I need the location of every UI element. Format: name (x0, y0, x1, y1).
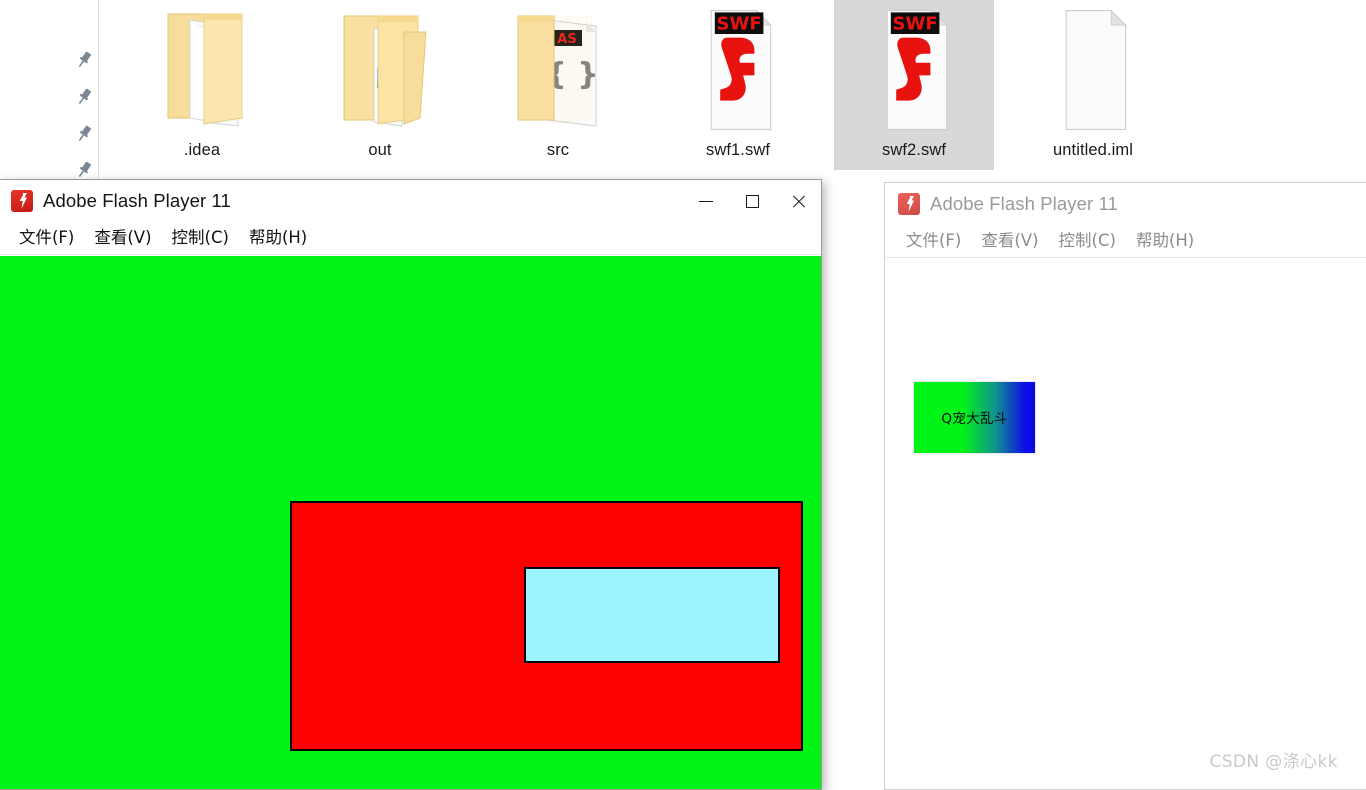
close-icon (791, 194, 806, 209)
watermark-text: CSDN @涤心kk (1209, 752, 1338, 772)
flash-player-window-primary[interactable]: Adobe Flash Player 11 文件(F) 查看(V) 控制(C) … (0, 179, 822, 790)
window-controls (683, 180, 821, 222)
svg-text:SWF: SWF (717, 14, 762, 35)
file-item-out[interactable]: out (300, 0, 460, 170)
quick-access-pin-icon[interactable] (74, 87, 94, 107)
folder-icon (122, 0, 282, 140)
menu-item-file[interactable]: 文件(F) (9, 227, 84, 249)
menu-item-view[interactable]: 查看(V) (971, 230, 1048, 252)
file-name-label: untitled.iml (1052, 141, 1134, 159)
file-item-src[interactable]: AS { } src (478, 0, 638, 170)
flash-stage-primary (0, 256, 821, 789)
minimize-button[interactable] (683, 180, 729, 222)
maximize-button[interactable] (729, 180, 775, 222)
menu-item-view[interactable]: 查看(V) (84, 227, 161, 249)
quick-access-pin-icon[interactable] (74, 50, 94, 70)
window-titlebar[interactable]: Adobe Flash Player 11 (885, 183, 1366, 225)
file-item-untitled-iml[interactable]: untitled.iml (1013, 0, 1173, 170)
menu-item-control[interactable]: 控制(C) (1049, 230, 1126, 252)
maximize-icon (745, 194, 759, 208)
folder-icon: AS { } (478, 0, 638, 140)
cyan-rectangle-shape (524, 567, 780, 663)
blank-file-icon (1013, 0, 1173, 140)
quick-access-pin-icon[interactable] (74, 160, 94, 178)
quick-access-pin-icon[interactable] (74, 124, 94, 144)
menu-bar: 文件(F) 查看(V) 控制(C) 帮助(H) (885, 225, 1366, 258)
menu-item-help[interactable]: 帮助(H) (1126, 230, 1204, 252)
menu-item-help[interactable]: 帮助(H) (239, 227, 317, 249)
menu-bar: 文件(F) 查看(V) 控制(C) 帮助(H) (0, 222, 821, 255)
adobe-flash-icon (898, 193, 920, 215)
close-button[interactable] (775, 180, 821, 222)
folder-icon (300, 0, 460, 140)
window-titlebar[interactable]: Adobe Flash Player 11 (0, 180, 821, 222)
file-item-swf2[interactable]: SWF swf2.swf (834, 0, 994, 170)
window-title: Adobe Flash Player 11 (930, 193, 1118, 214)
flash-player-window-secondary[interactable]: Adobe Flash Player 11 文件(F) 查看(V) 控制(C) … (884, 182, 1366, 790)
adobe-flash-icon (11, 190, 33, 212)
file-list-view: .idea out AS {} src SWF swf1.swf SWF sw… (100, 0, 1366, 178)
file-name-label: swf2.swf (881, 141, 947, 159)
gradient-button-label: Q宠大乱斗 (941, 410, 1008, 427)
file-item-swf1[interactable]: SWF swf1.swf (658, 0, 818, 170)
file-name-label: .idea (183, 141, 221, 159)
swf-file-icon: SWF (658, 0, 818, 140)
window-title: Adobe Flash Player 11 (43, 190, 231, 211)
menu-item-control[interactable]: 控制(C) (162, 227, 239, 249)
file-explorer-window: .idea out AS {} src SWF swf1.swf SWF sw… (0, 0, 1366, 178)
flash-stage-secondary: Q宠大乱斗 (885, 259, 1366, 789)
desktop-background (822, 179, 884, 790)
file-name-label: out (368, 141, 392, 159)
minimize-icon (699, 200, 713, 202)
red-rectangle-shape (290, 501, 803, 751)
gradient-button[interactable]: Q宠大乱斗 (914, 382, 1035, 453)
file-item-idea[interactable]: .idea (122, 0, 282, 170)
file-name-label: src (546, 141, 570, 159)
menu-item-file[interactable]: 文件(F) (896, 230, 971, 252)
swf-file-icon: SWF (834, 0, 994, 140)
navigation-pane (0, 0, 99, 178)
svg-text:SWF: SWF (893, 14, 938, 35)
file-name-label: swf1.swf (705, 141, 771, 159)
